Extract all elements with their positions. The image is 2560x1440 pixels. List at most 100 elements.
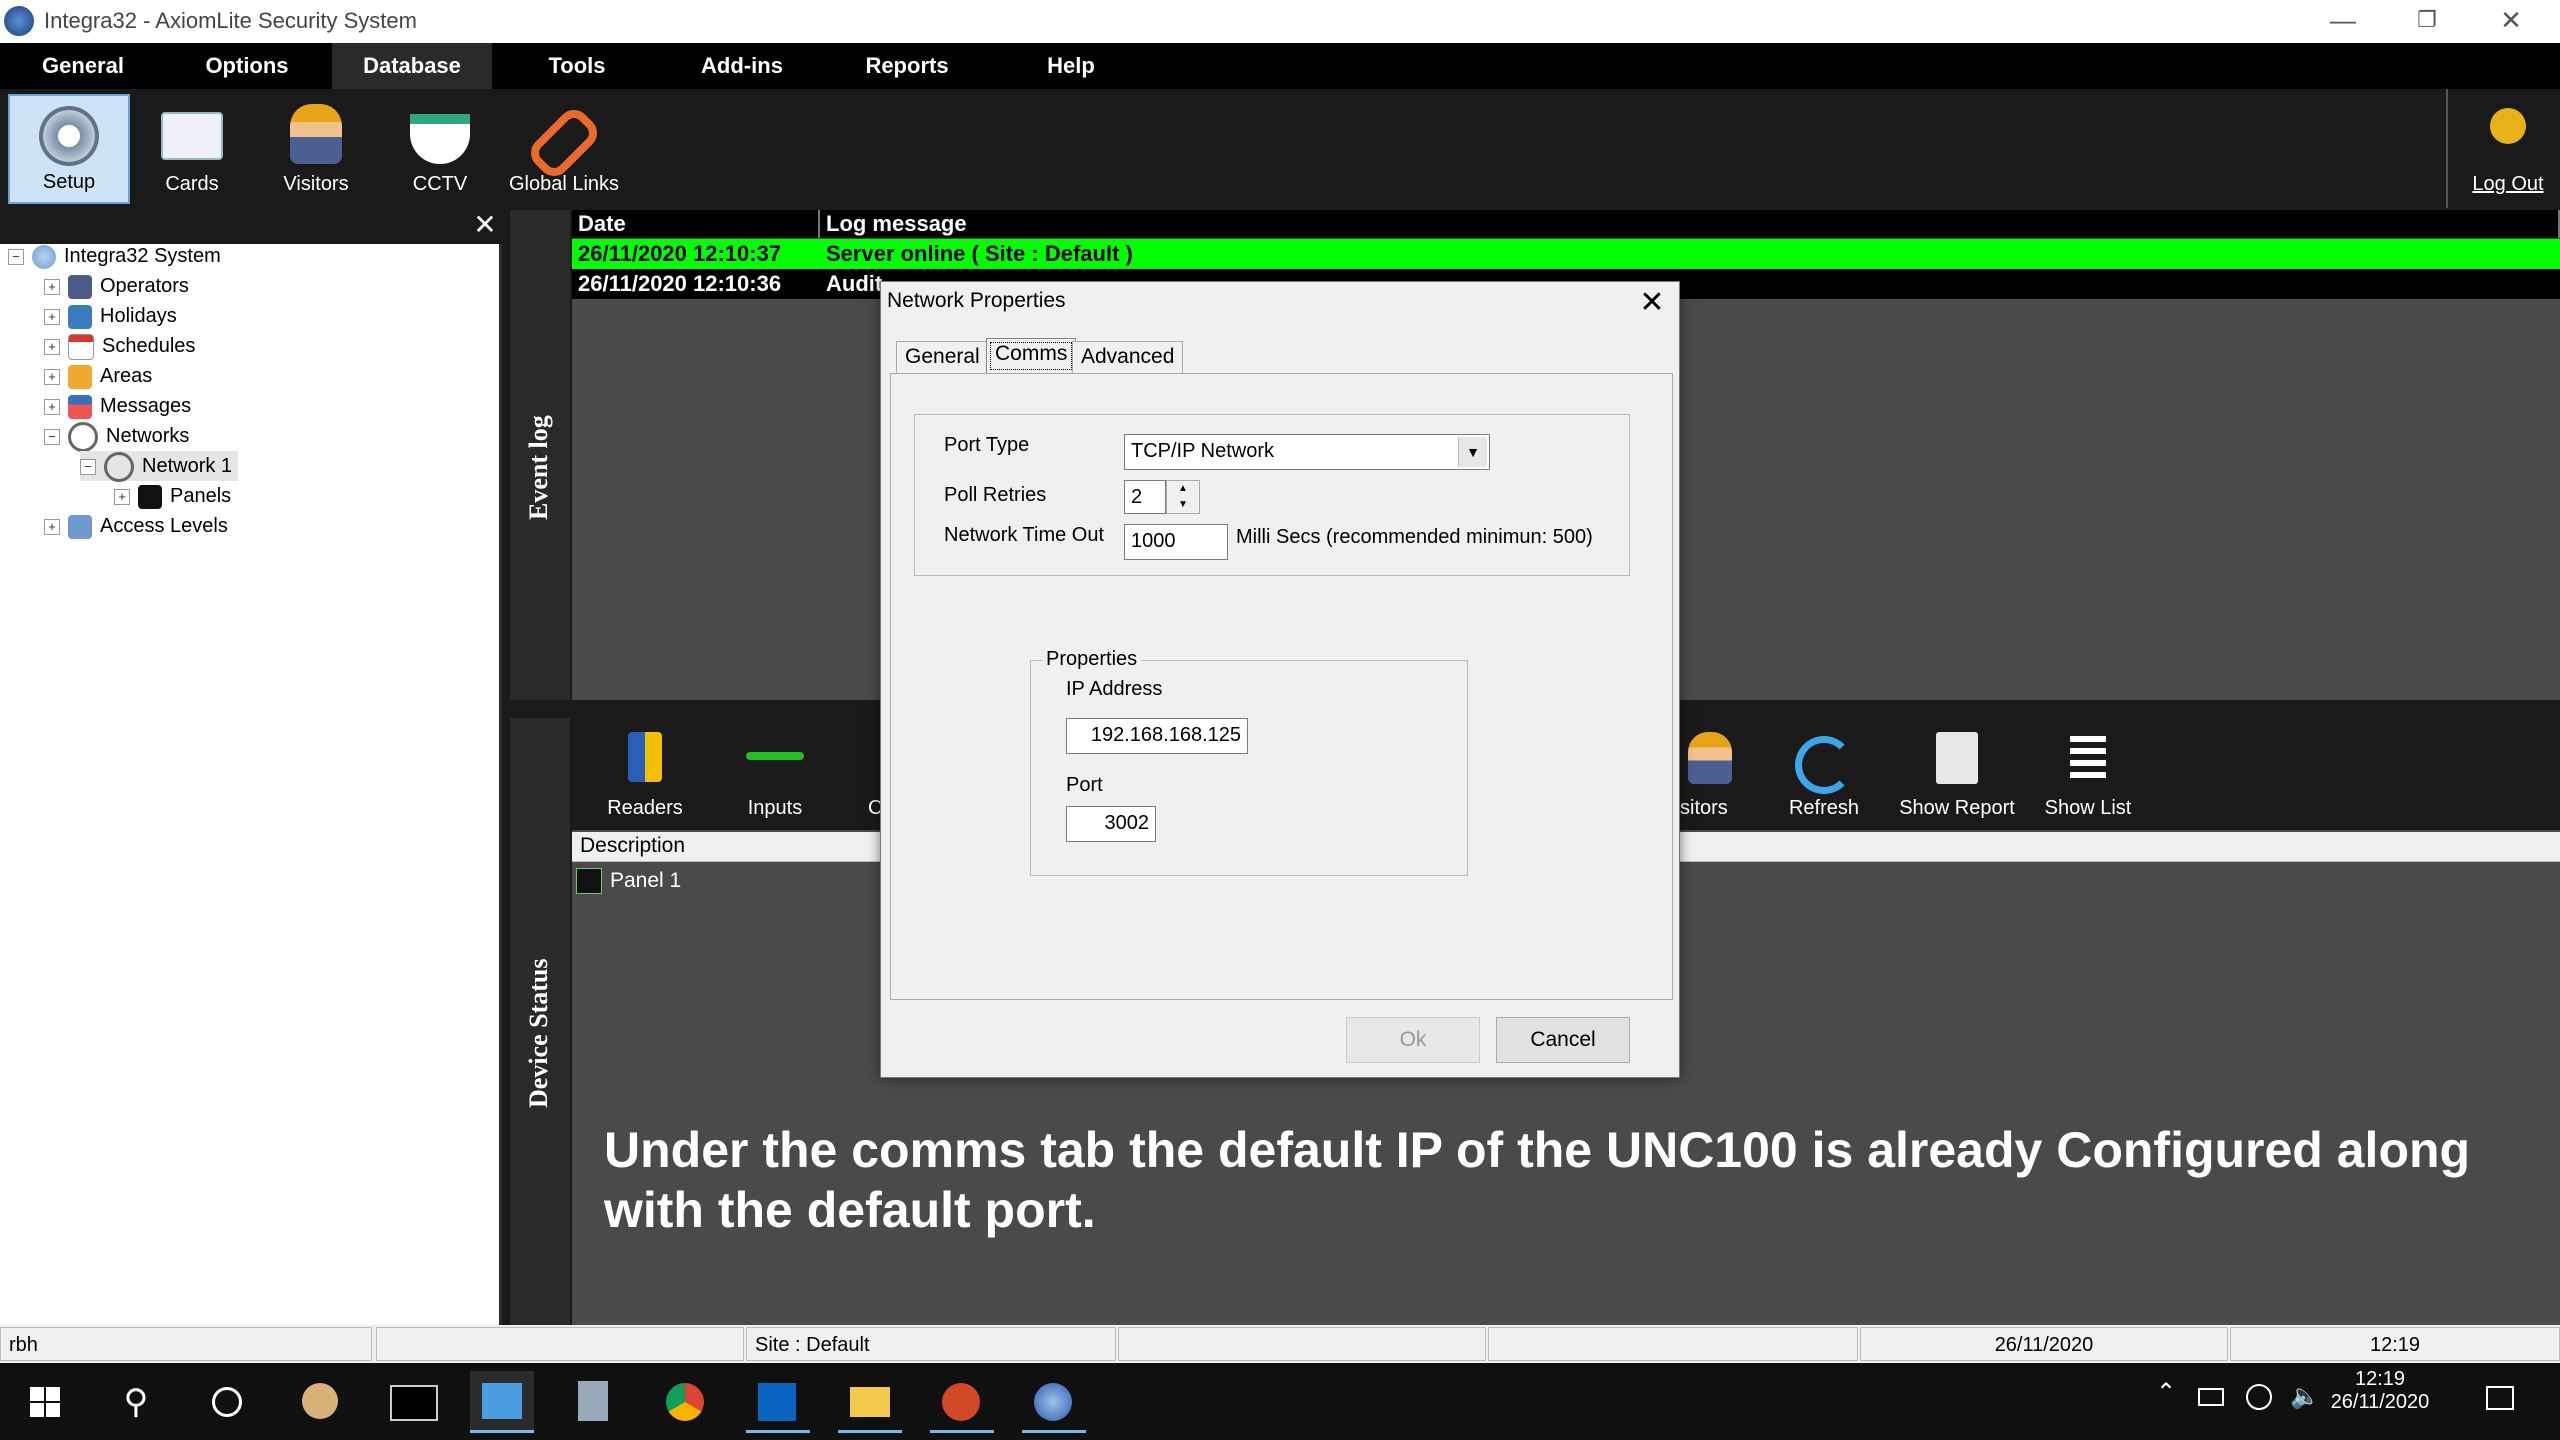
refresh-button[interactable]: Refresh (1760, 722, 1888, 826)
network-globe-icon[interactable] (2246, 1384, 2272, 1410)
tray-chevron-up-icon[interactable]: ⌃ (2156, 1378, 2176, 1407)
key-icon (2490, 108, 2526, 144)
chevron-down-icon[interactable]: ▼ (1458, 437, 1487, 467)
expand-icon[interactable]: + (44, 308, 60, 325)
terminal-icon (390, 1385, 438, 1421)
menu-tools[interactable]: Tools (500, 43, 654, 89)
tree-item-networks[interactable]: − Networks (44, 421, 189, 452)
battery-icon[interactable] (2198, 1388, 2224, 1406)
tree-item-label: Panels (170, 485, 232, 507)
tree-item-schedules[interactable]: + Schedules (44, 331, 195, 361)
device-row[interactable]: Panel 1 (576, 866, 681, 896)
menu-help[interactable]: Help (998, 43, 1144, 89)
collapse-icon[interactable]: − (8, 248, 24, 265)
taskbar-app-active[interactable] (470, 1371, 534, 1433)
app-globe-icon (4, 6, 34, 36)
panel-icon (576, 868, 602, 895)
inputs-button[interactable]: Inputs (710, 722, 840, 826)
ip-address-input[interactable]: 192.168.168.125 (1066, 718, 1248, 754)
global-links-button[interactable]: Global Links (502, 94, 626, 204)
expand-icon[interactable]: + (44, 398, 60, 415)
tree-item-access-levels[interactable]: + Access Levels (44, 511, 228, 541)
ok-button[interactable]: Ok (1346, 1017, 1480, 1063)
visitors-button[interactable]: Visitors (254, 94, 378, 204)
menu-options[interactable]: Options (176, 43, 318, 89)
show-report-button[interactable]: Show Report (1888, 722, 2026, 826)
window-title: Integra32 - AxiomLite Security System (44, 8, 417, 33)
taskbar-app-outlook[interactable] (746, 1371, 810, 1433)
poll-retries-spinner[interactable]: ▲ ▼ (1166, 480, 1200, 514)
tree-item-operators[interactable]: + Operators (44, 271, 189, 301)
tree-item-network1[interactable]: − Network 1 (80, 451, 239, 482)
start-button[interactable] (14, 1371, 78, 1433)
tab-advanced[interactable]: Advanced (1072, 341, 1184, 373)
close-panel-icon[interactable]: ✕ (470, 210, 500, 240)
expand-icon[interactable]: + (44, 278, 60, 295)
show-list-label: Show List (2044, 797, 2132, 819)
timeout-input[interactable]: 1000 (1124, 524, 1228, 560)
expand-icon[interactable]: + (114, 488, 130, 505)
menu-database[interactable]: Database (332, 43, 492, 89)
cctv-button[interactable]: CCTV (378, 94, 502, 204)
poll-retries-input[interactable]: 2 (1124, 480, 1166, 514)
setup-button[interactable]: Setup (8, 94, 130, 204)
taskbar-app-integra[interactable] (1022, 1371, 1086, 1433)
taskbar-app-paint[interactable] (288, 1371, 352, 1433)
speaker-muted-icon[interactable]: 🔈 (2290, 1382, 2320, 1411)
poll-retries-label: Poll Retries (944, 484, 1047, 506)
minimize-button[interactable]: — (2304, 0, 2382, 43)
col-date-header[interactable]: Date (572, 210, 820, 238)
taskbar-app-powerpoint[interactable] (930, 1371, 994, 1433)
tab-comms[interactable]: Comms (986, 338, 1077, 374)
restore-button[interactable]: ❐ (2388, 0, 2466, 43)
tree-item-panels[interactable]: + Panels (114, 481, 231, 511)
taskbar-app-explorer[interactable] (838, 1371, 902, 1433)
list-icon (2070, 736, 2106, 782)
tree-item-label: Messages (100, 395, 192, 417)
cards-button[interactable]: Cards (132, 94, 252, 204)
tree-item-messages[interactable]: + Messages (44, 391, 191, 421)
cancel-button[interactable]: Cancel (1496, 1017, 1630, 1063)
log-row[interactable]: 26/11/2020 12:10:37 Server online ( Site… (572, 239, 2560, 269)
collapse-icon[interactable]: − (44, 428, 60, 445)
cortana-button[interactable] (194, 1371, 258, 1433)
readers-button[interactable]: Readers (580, 722, 710, 826)
tree-item-label: Areas (100, 365, 153, 387)
tree-item-areas[interactable]: + Areas (44, 361, 152, 391)
expand-icon[interactable]: + (44, 338, 60, 355)
tree-item-holidays[interactable]: + Holidays (44, 301, 177, 331)
search-button[interactable]: ⚲ (104, 1371, 168, 1433)
clock-date: 26/11/2020 (2330, 1391, 2430, 1413)
dialog-close-button[interactable]: ✕ (1632, 284, 1672, 324)
tree-root[interactable]: − Integra32 System (8, 241, 221, 271)
global-links-label: Global Links (508, 173, 620, 195)
close-window-button[interactable]: ✕ (2472, 0, 2550, 43)
expand-icon[interactable]: + (44, 368, 60, 385)
notifications-icon[interactable] (2486, 1386, 2514, 1410)
menu-reports[interactable]: Reports (832, 43, 982, 89)
expand-icon[interactable]: + (44, 518, 60, 535)
menu-addins[interactable]: Add-ins (668, 43, 816, 89)
port-type-select[interactable]: TCP/IP Network ▼ (1124, 434, 1490, 470)
partial-tool-button[interactable]: C (868, 722, 880, 826)
taskbar-clock[interactable]: 12:19 26/11/2020 (2330, 1368, 2430, 1414)
collapse-icon[interactable]: − (80, 458, 96, 475)
menu-general[interactable]: General (10, 43, 156, 89)
show-list-button[interactable]: Show List (2026, 722, 2150, 826)
gear-icon (39, 106, 99, 166)
taskbar-app-terminal[interactable] (380, 1371, 444, 1433)
col-description-header[interactable]: Description (580, 834, 685, 858)
visitors-tool-button[interactable]: sitors (1680, 722, 1740, 826)
taskbar-app-calculator[interactable] (562, 1371, 626, 1433)
panel-icon (138, 484, 162, 509)
taskbar-app-chrome[interactable] (654, 1371, 718, 1433)
tree-panel-header (0, 208, 502, 244)
port-label: Port (1066, 774, 1103, 796)
col-message-header[interactable]: Log message (820, 210, 2560, 238)
operators-icon (68, 274, 92, 299)
tab-general[interactable]: General (896, 341, 989, 373)
port-input[interactable]: 3002 (1066, 806, 1156, 842)
network-icon (104, 451, 134, 482)
logout-button[interactable]: Log Out (2456, 94, 2560, 204)
folder-icon (850, 1387, 890, 1417)
